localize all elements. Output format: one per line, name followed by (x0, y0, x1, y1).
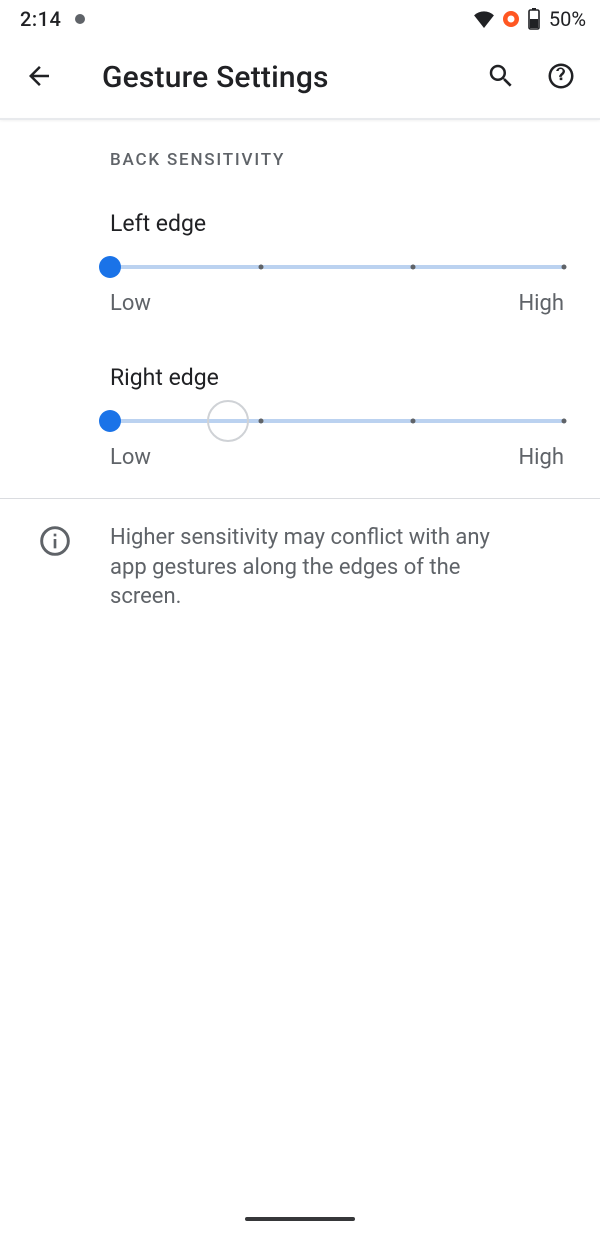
left-edge-title: Left edge (110, 210, 564, 237)
info-row: Higher sensitivity may conflict with any… (0, 499, 600, 612)
back-button[interactable] (14, 52, 64, 102)
status-indicator-dot (75, 14, 85, 24)
info-icon (39, 525, 71, 612)
circle-status-icon (501, 9, 521, 29)
page-title: Gesture Settings (102, 60, 466, 95)
help-button[interactable] (536, 52, 586, 102)
app-bar: Gesture Settings (0, 36, 600, 118)
gesture-nav-handle[interactable] (245, 1217, 355, 1221)
left-edge-low-label: Low (110, 291, 151, 316)
battery-icon (527, 8, 541, 30)
wifi-icon (473, 10, 495, 28)
right-edge-high-label: High (518, 445, 564, 470)
status-time: 2:14 (20, 7, 61, 31)
right-edge-title: Right edge (110, 364, 564, 391)
left-edge-high-label: High (518, 291, 564, 316)
left-edge-slider[interactable] (110, 257, 564, 277)
right-edge-low-label: Low (110, 445, 151, 470)
info-text: Higher sensitivity may conflict with any… (98, 523, 570, 612)
search-icon (486, 61, 516, 94)
left-edge-setting: Left edge Low High (0, 180, 600, 334)
help-icon (546, 61, 576, 94)
status-bar: 2:14 50% (0, 0, 600, 36)
battery-percent: 50% (549, 7, 586, 31)
section-header-back-sensitivity: BACK SENSITIVITY (0, 120, 600, 180)
arrow-back-icon (24, 61, 54, 94)
search-button[interactable] (476, 52, 526, 102)
right-edge-slider[interactable] (110, 411, 564, 431)
right-edge-setting: Right edge Low High (0, 334, 600, 488)
